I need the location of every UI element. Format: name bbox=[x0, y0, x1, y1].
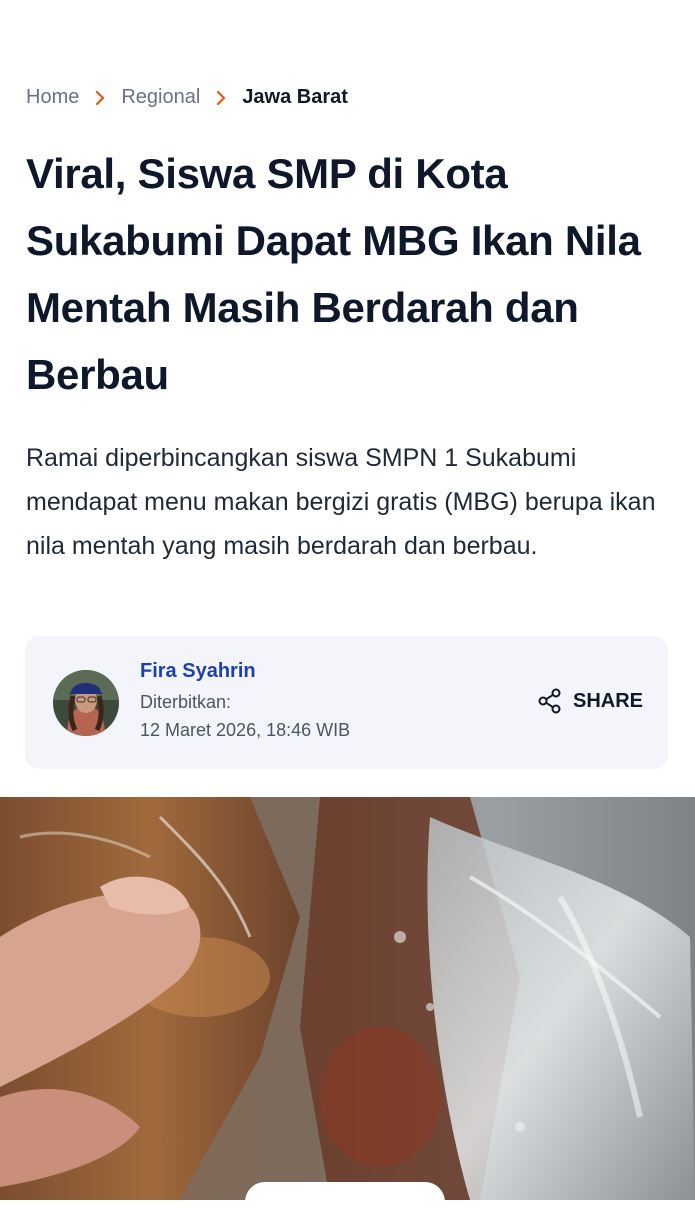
breadcrumb: Home Regional Jawa Barat bbox=[26, 86, 348, 109]
chevron-right-icon bbox=[216, 90, 226, 106]
breadcrumb-home[interactable]: Home bbox=[26, 86, 79, 109]
article-photo bbox=[0, 797, 695, 1200]
share-button[interactable]: SHARE bbox=[537, 688, 643, 714]
breadcrumb-jawa-barat[interactable]: Jawa Barat bbox=[242, 86, 348, 109]
published-date: 12 Maret 2026, 18:46 WIB bbox=[140, 720, 351, 740]
author-name[interactable]: Fira Syahrin bbox=[140, 660, 256, 683]
article-summary: Ramai diperbincangkan siswa SMPN 1 Sukab… bbox=[26, 444, 656, 560]
share-label: SHARE bbox=[573, 689, 644, 712]
bottom-pill bbox=[245, 1182, 445, 1222]
chevron-right-icon bbox=[95, 90, 105, 106]
share-icon bbox=[537, 688, 563, 714]
author-card: Fira Syahrin Diterbitkan: 12 Maret 2026,… bbox=[25, 636, 668, 769]
article-title: Viral, Siswa SMP di Kota Sukabumi Dapat … bbox=[26, 150, 641, 398]
breadcrumb-regional[interactable]: Regional bbox=[121, 86, 200, 109]
published-label: Diterbitkan: bbox=[140, 692, 232, 712]
avatar[interactable] bbox=[53, 670, 119, 736]
